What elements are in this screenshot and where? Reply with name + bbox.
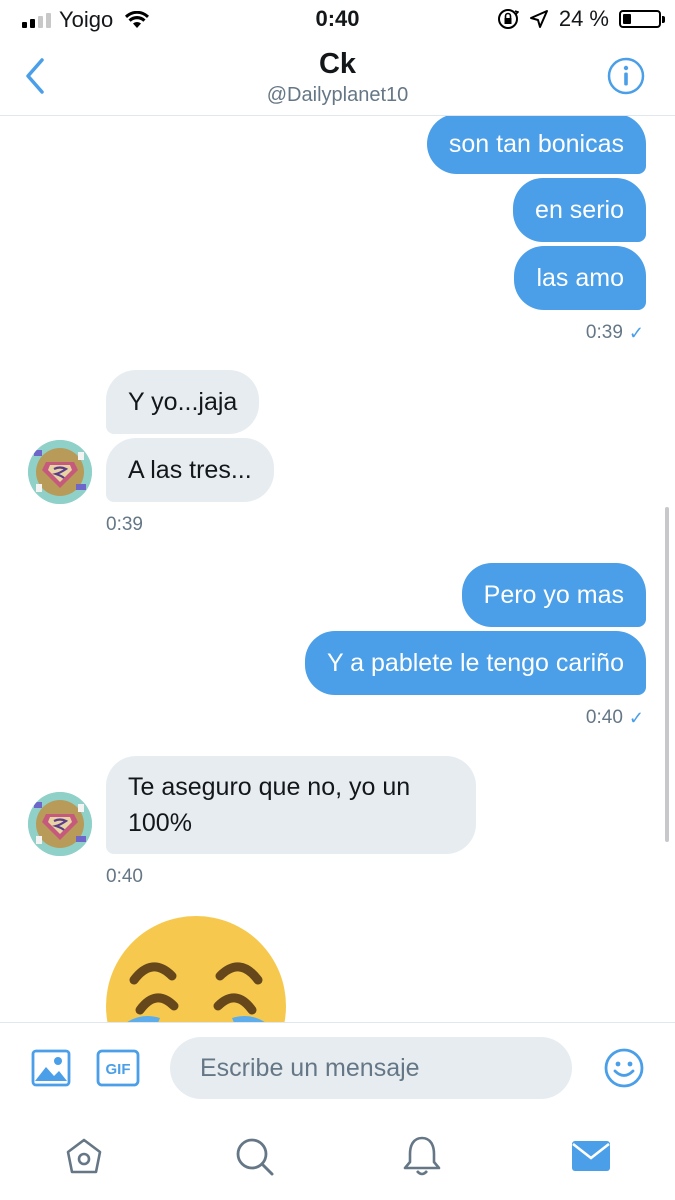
contact-name: Ck [318,48,357,80]
conversation-header: Ck @Dailyplanet10 [0,38,675,116]
sent-check-icon: ✓ [628,322,644,343]
status-right: 24 % [497,6,665,32]
sent-check-icon: ✓ [628,707,644,728]
gif-icon: GIF [96,1049,140,1087]
scrollbar[interactable] [665,507,669,842]
message-input[interactable] [170,1037,572,1099]
message-timestamp: 0:40 [106,866,143,887]
message-timestamp: 0:39 [106,514,143,535]
message-bubble-outgoing[interactable]: son tan bonicas [426,116,646,174]
contact-avatar[interactable] [28,440,92,504]
message-bubble-outgoing[interactable]: Pero yo mas [461,563,646,627]
message-timestamp: 0:39 ✓ [586,322,644,344]
status-bar: Yoigo 0:40 24 % [0,0,675,38]
timestamp-text: 0:40 [585,707,623,728]
contact-handle: @Dailyplanet10 [266,84,409,106]
face-with-tears-of-joy-icon[interactable] [104,914,288,1022]
gif-button[interactable]: GIF [96,1049,140,1087]
gif-label: GIF [106,1061,131,1078]
message-composer: GIF [0,1022,675,1117]
messages-icon[interactable] [569,1134,613,1178]
message-thread[interactable]: son tan bonicas en serio las amo 0:39 ✓ … [0,116,675,1022]
message-bubble-outgoing[interactable]: Y a pablete le tengo cariño [305,631,646,695]
message-bubble-incoming[interactable]: Y yo...jaja [106,370,260,434]
orientation-lock-icon [497,9,519,29]
info-icon[interactable] [607,57,645,95]
message-bubble-outgoing[interactable]: en serio [513,178,646,242]
battery-percent: 24 % [558,6,609,31]
avatar-image [28,440,92,504]
message-bubble-incoming[interactable]: Te aseguro que no, yo un 100% [106,756,476,854]
timestamp-text: 0:39 [585,322,623,343]
location-arrow-icon [529,10,548,28]
battery-icon [619,10,665,28]
avatar-image [28,792,92,856]
emoji-smiley-icon[interactable] [603,1047,645,1089]
contact-avatar[interactable] [28,792,92,856]
tab-bar [0,1116,675,1200]
home-icon[interactable] [62,1134,106,1178]
message-timestamp: 0:40 ✓ [586,707,644,729]
message-bubble-incoming[interactable]: A las tres... [106,438,274,502]
message-bubble-outgoing[interactable]: las amo [514,246,646,310]
search-icon[interactable] [232,1134,276,1178]
image-icon[interactable] [30,1047,72,1089]
notifications-icon[interactable] [400,1134,444,1178]
